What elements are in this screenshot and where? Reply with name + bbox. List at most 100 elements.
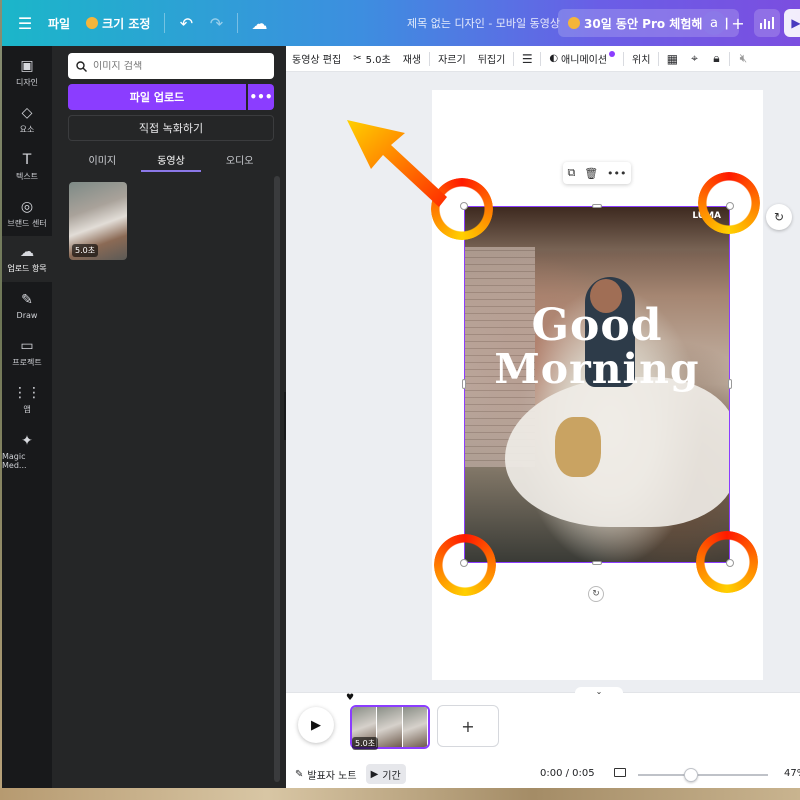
resize-button[interactable]: 크기 조정	[78, 9, 158, 37]
tab-images[interactable]: 이미지	[68, 146, 137, 172]
redo-icon[interactable]: ↷	[201, 8, 231, 38]
position-button[interactable]: 위치	[626, 46, 656, 72]
tab-videos[interactable]: 동영상	[137, 146, 206, 172]
resize-handle-bottom[interactable]	[592, 561, 602, 565]
monitor-icon[interactable]	[614, 768, 626, 777]
rail-label: 요소	[19, 125, 35, 134]
highlight-ring-bottom-left	[434, 534, 496, 596]
rail-label: 디자인	[15, 78, 39, 87]
rail-item-text[interactable]: T 텍스트	[2, 144, 52, 190]
divider	[729, 51, 731, 66]
trim-button[interactable]: ✂ 5.0초	[347, 46, 397, 72]
rail-item-design[interactable]: ▣ 디자인	[2, 50, 52, 96]
more-options-icon[interactable]: •••	[607, 167, 626, 180]
zoom-slider-thumb[interactable]	[684, 768, 698, 782]
rail-label: 앱	[23, 405, 31, 414]
file-menu-button[interactable]: 파일	[40, 9, 78, 37]
search-input[interactable]	[93, 60, 253, 72]
lock-icon[interactable]: 🔒︎	[705, 46, 727, 72]
playback-button[interactable]: 재생	[397, 46, 427, 72]
search-box[interactable]	[68, 53, 274, 79]
upload-files-button[interactable]: 파일 업로드	[68, 84, 246, 110]
rail-item-magic-media[interactable]: ✦ Magic Med...	[2, 428, 52, 474]
rail-item-apps[interactable]: ⋮⋮ 앱	[2, 377, 52, 423]
uploaded-video-thumbnail[interactable]: 5.0초	[69, 182, 127, 260]
play-button[interactable]: ▶	[298, 707, 334, 743]
notes-label: 발표자 노트	[307, 770, 357, 782]
refresh-icon[interactable]: ↻	[766, 204, 792, 230]
invite-plus-icon[interactable]: +	[728, 9, 748, 37]
zoom-value[interactable]: 47%	[784, 768, 800, 779]
uploads-panel: 파일 업로드 ••• 직접 녹화하기 이미지 동영상 오디오 5.0초	[52, 46, 286, 788]
crop-button[interactable]: 자르기	[432, 46, 472, 72]
undo-icon[interactable]: ↶	[171, 8, 201, 38]
document-title[interactable]: 제목 없는 디자인 - 모바일 동영상	[407, 0, 560, 46]
avatar[interactable]: a	[702, 11, 726, 35]
edit-video-button[interactable]: 동영상 편집	[286, 46, 347, 72]
divider	[237, 13, 239, 33]
mute-icon[interactable]: 🔇︎	[732, 46, 754, 72]
animate-icon: ◐	[549, 53, 559, 64]
resize-handle-right[interactable]	[728, 379, 732, 389]
highlight-ring-bottom-right	[696, 531, 758, 593]
transparency-icon[interactable]: ▦	[661, 46, 683, 72]
divider	[658, 51, 660, 66]
paint-roller-icon[interactable]: ⌖	[683, 46, 705, 72]
menu-icon[interactable]: ☰	[10, 8, 40, 38]
add-page-button[interactable]: +	[437, 705, 499, 747]
divider	[164, 13, 166, 33]
magic-media-icon: ✦	[21, 432, 33, 449]
resize-handle-top[interactable]	[592, 204, 602, 208]
headline-line-2[interactable]: Morning	[465, 345, 729, 393]
flip-button[interactable]: 뒤집기	[472, 46, 512, 72]
timeline: ⌄ ▶ ♥ 5.0초 +	[286, 687, 800, 760]
notes-button[interactable]: ✎ 발표자 노트	[290, 764, 362, 784]
trim-duration: 5.0초	[365, 55, 391, 66]
divider	[540, 51, 542, 66]
headline-line-1[interactable]: Good	[465, 300, 729, 351]
duration-button[interactable]: ▶ 기간	[365, 764, 406, 784]
folder-icon: ▭	[20, 338, 34, 354]
clip-frame	[402, 707, 428, 747]
zoom-slider-track[interactable]	[638, 774, 768, 776]
crown-icon	[568, 17, 580, 29]
rail-item-elements[interactable]: ◇ 요소	[2, 97, 52, 143]
media-tabs: 이미지 동영상 오디오	[68, 146, 274, 172]
apps-grid-icon: ⋮⋮	[13, 385, 41, 401]
tab-audio[interactable]: 오디오	[205, 146, 274, 172]
video-element[interactable]: LUMA Good Morning	[464, 206, 730, 563]
trash-icon[interactable]: 🗑︎	[584, 167, 598, 180]
align-lines-icon[interactable]: ☰	[516, 46, 538, 72]
animate-button[interactable]: ◐ 애니메이션	[543, 46, 621, 72]
rail-label: 브랜드 센터	[7, 219, 47, 228]
left-rail: ▣ 디자인 ◇ 요소 T 텍스트 ◎ 브랜드 센터 ☁ 업로드 항목 ✎ Dra…	[2, 46, 52, 788]
element-floating-toolbar: ⧉ 🗑︎ •••	[563, 162, 631, 184]
rail-item-draw[interactable]: ✎ Draw	[2, 283, 52, 329]
carousel-horse	[505, 377, 729, 527]
rotate-icon[interactable]: ↻	[588, 586, 604, 602]
resize-handle-left[interactable]	[462, 379, 466, 389]
playback-time: 0:00 / 0:05	[540, 768, 595, 779]
collapse-timeline-handle[interactable]: ⌄	[575, 687, 623, 696]
editor-window: ☰ 파일 크기 조정 ↶ ↷ ☁ 제목 없는 디자인 - 모바일 동영상 30일…	[2, 0, 800, 788]
crown-icon	[86, 17, 99, 29]
divider	[513, 51, 515, 66]
present-play-button[interactable]: ▶	[784, 9, 800, 37]
highlight-ring-top-right	[698, 172, 760, 234]
desktop-taskbar-strip	[0, 788, 800, 800]
rail-item-projects[interactable]: ▭ 프로젝트	[2, 330, 52, 376]
cloud-save-icon[interactable]: ☁	[244, 8, 274, 38]
playhead-marker[interactable]: ♥	[346, 693, 356, 703]
shapes-icon: ◇	[21, 105, 33, 121]
insights-button[interactable]	[754, 9, 780, 37]
divider	[429, 51, 431, 66]
upload-more-button[interactable]: •••	[248, 84, 274, 110]
rail-label: 텍스트	[15, 172, 39, 181]
saddle	[555, 417, 601, 477]
rail-item-uploads[interactable]: ☁ 업로드 항목	[2, 236, 52, 282]
duplicate-icon[interactable]: ⧉	[567, 166, 575, 180]
record-yourself-button[interactable]: 직접 녹화하기	[68, 115, 274, 141]
rail-item-brand[interactable]: ◎ 브랜드 센터	[2, 191, 52, 237]
panel-scrollbar[interactable]	[274, 176, 280, 782]
pen-icon: ✎	[21, 292, 33, 308]
